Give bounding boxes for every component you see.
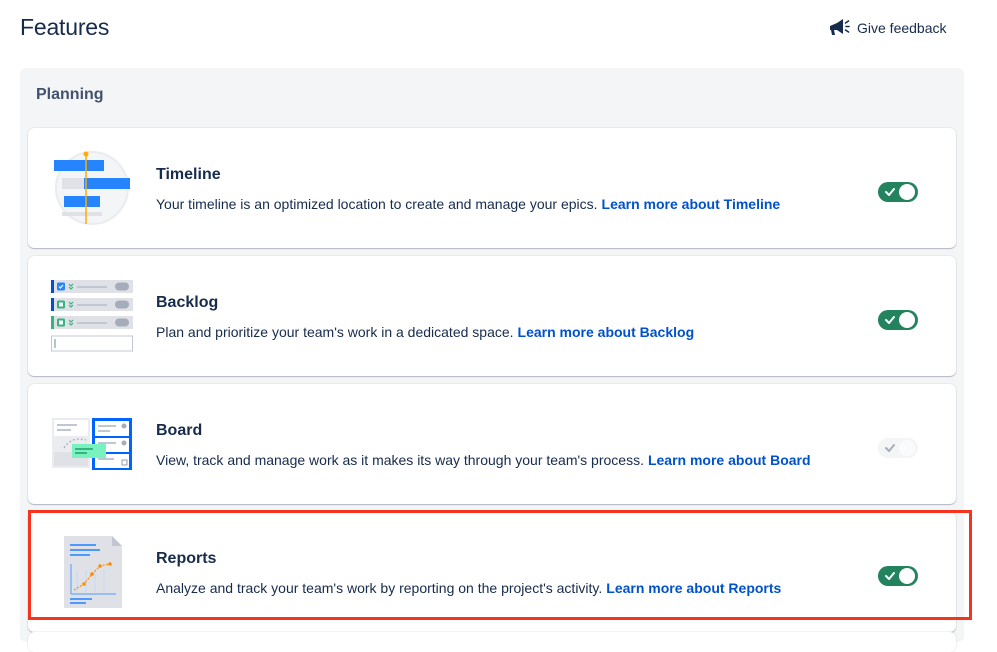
timeline-toggle[interactable] (878, 182, 918, 202)
learn-more-link[interactable]: Learn more about Backlog (518, 324, 695, 340)
check-icon (885, 188, 895, 196)
timeline-illustration (50, 150, 134, 226)
toggle-knob (899, 440, 915, 456)
check-icon (885, 572, 895, 580)
backlog-illustration (50, 278, 134, 354)
feature-description: Analyze and track your team's work by re… (156, 580, 782, 596)
feature-card-backlog: Backlog Plan and prioritize your team's … (28, 256, 956, 376)
feature-description: Your timeline is an optimized location t… (156, 196, 781, 212)
board-toggle[interactable] (878, 438, 918, 458)
megaphone-icon (828, 18, 850, 38)
learn-more-link[interactable]: Learn more about Reports (606, 580, 781, 596)
section-title: Planning (36, 86, 104, 103)
feature-name: Backlog (156, 294, 219, 311)
next-feature-card (28, 632, 956, 652)
feature-card-board: Board View, track and manage work as it … (28, 384, 956, 504)
reports-toggle[interactable] (878, 566, 918, 586)
learn-more-link[interactable]: Learn more about Board (648, 452, 811, 468)
board-illustration (50, 406, 134, 482)
feature-name: Timeline (156, 166, 221, 183)
learn-more-link[interactable]: Learn more about Timeline (602, 196, 781, 212)
toggle-knob (899, 184, 915, 200)
toggle-knob (899, 568, 915, 584)
feature-name: Reports (156, 550, 217, 567)
feature-description: Plan and prioritize your team's work in … (156, 324, 695, 340)
toggle-knob (899, 312, 915, 328)
feature-card-reports: Reports Analyze and track your team's wo… (28, 512, 956, 632)
feature-card-timeline: Timeline Your timeline is an optimized l… (28, 128, 956, 248)
check-icon (885, 444, 895, 452)
feature-name: Board (156, 422, 203, 439)
reports-illustration (50, 534, 134, 610)
give-feedback-label: Give feedback (857, 20, 947, 36)
backlog-toggle[interactable] (878, 310, 918, 330)
page-title: Features (20, 14, 110, 40)
give-feedback-button[interactable]: Give feedback (828, 16, 947, 40)
check-icon (885, 316, 895, 324)
feature-description: View, track and manage work as it makes … (156, 452, 811, 468)
